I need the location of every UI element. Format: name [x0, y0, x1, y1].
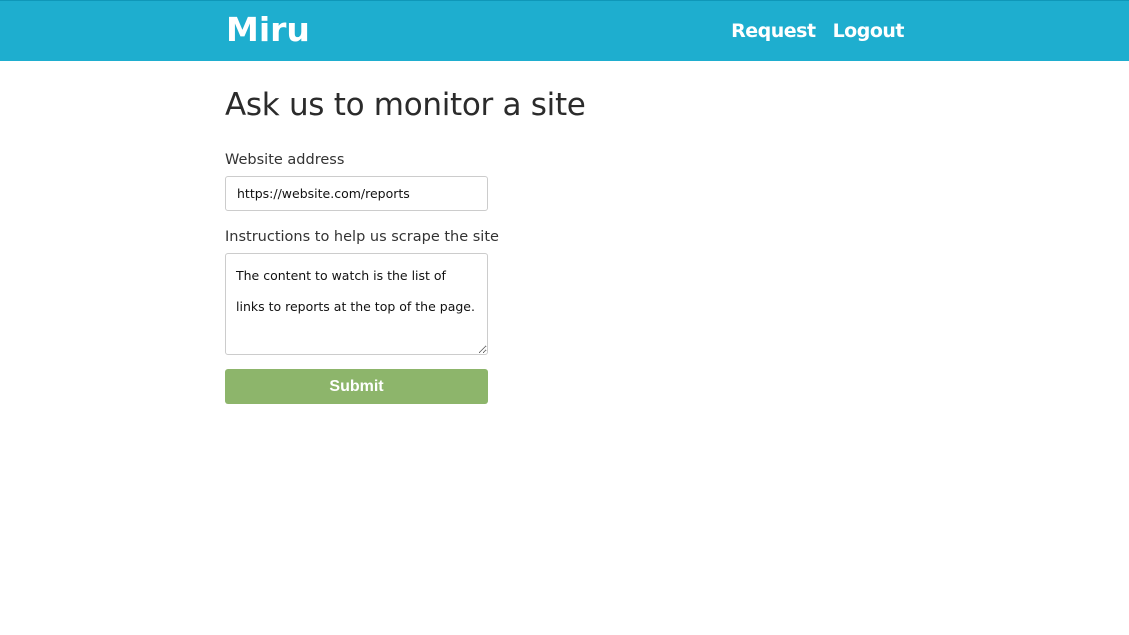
instructions-textarea[interactable]: The content to watch is the list of link…: [225, 253, 488, 355]
nav-logout-link[interactable]: Logout: [833, 18, 905, 44]
website-address-input[interactable]: [225, 176, 488, 211]
nav-links: Request Logout: [731, 18, 904, 44]
submit-button[interactable]: Submit: [225, 369, 488, 404]
page-title: Ask us to monitor a site: [225, 87, 586, 123]
nav-request-link[interactable]: Request: [731, 18, 816, 44]
website-address-label: Website address: [225, 152, 345, 168]
main-content: Ask us to monitor a site Website address…: [225, 84, 905, 404]
instructions-label: Instructions to help us scrape the site: [225, 229, 499, 245]
monitor-request-form: Website address Instructions to help us …: [225, 150, 905, 404]
brand-logo-link[interactable]: Miru: [226, 10, 310, 50]
top-nav-bar: Miru Request Logout: [0, 0, 1129, 61]
